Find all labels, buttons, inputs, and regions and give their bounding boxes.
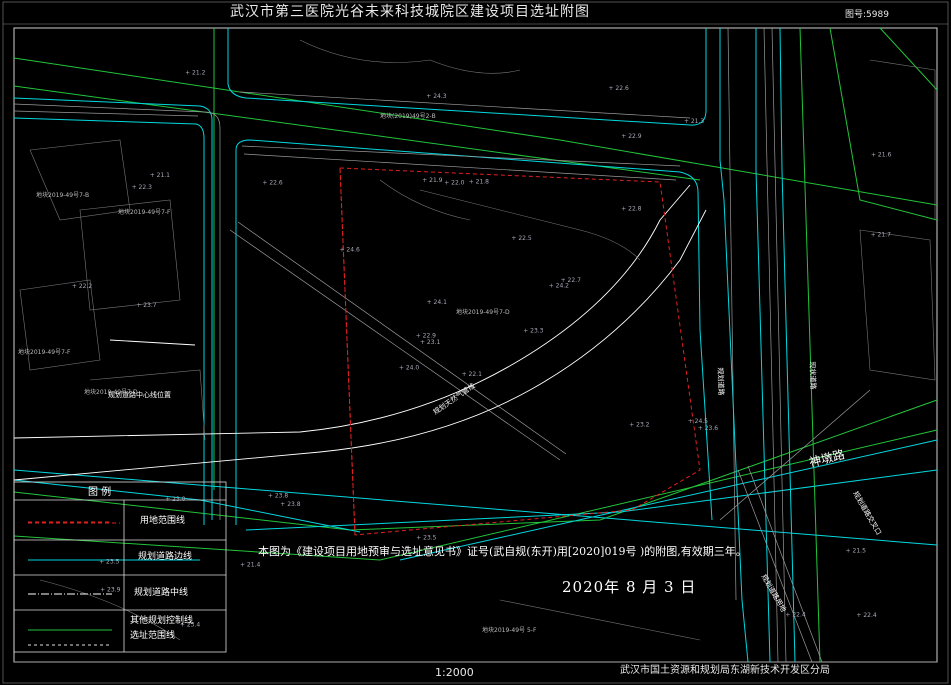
elevation-point: + 22.4 [785,611,805,618]
elevation-point: + 21.8 [469,179,489,186]
issue-date: 2020年 8 月 3 日 [562,578,697,596]
elevation-point: + 21.3 [684,118,704,125]
map-scale: 1:2000 [435,666,474,679]
elevation-point: + 23.6 [698,425,718,432]
elevation-point: + 22.2 [72,283,92,290]
elevation-point: + 24.5 [688,418,708,425]
issuing-bureau: 武汉市国土资源和规划局东湖新技术开发区分局 [620,665,830,676]
elevation-point: + 23.1 [420,339,440,346]
elevation-point: + 22.9 [416,333,436,340]
elevation-point: + 22.5 [511,235,531,242]
block-label: 地块2019-49号7-F [18,349,71,356]
elevation-point: + 23.8 [268,492,288,499]
elevation-point: + 22.6 [262,180,282,187]
legend-item-site-boundary: 用地范围线 [140,516,186,526]
certificate-notice: 本图为《建设项目用地预审与选址意见书》证号(武自规(东开)用[2020]019号… [258,545,747,558]
elevation-point: + 23.9 [100,587,120,594]
elevation-point: + 21.9 [422,177,442,184]
elevation-point: + 24.1 [427,299,447,306]
legend-samples [28,521,112,646]
elevation-point: + 22.0 [444,179,464,186]
elevation-point: + 22.1 [462,371,482,378]
elevation-point: + 23.0 [165,496,185,503]
map-number: 图号:5989 [845,10,889,20]
elevation-point: + 22.4 [856,612,876,619]
elevation-point: + 23.5 [99,559,119,566]
elevation-point: + 23.2 [629,422,649,429]
elevation-point: + 21.4 [240,562,260,569]
elevation-point: + 24.3 [426,93,446,100]
elevation-point: + 24.6 [340,247,360,254]
legend-item-other-control: 其他规划控制线 [130,616,194,626]
legend-title: 图 例 [88,487,112,498]
elevation-point: + 24.0 [399,365,419,372]
map-drawing: + 22.1+ 22.3+ 23.1+ 23.5+ 24.2+ 23.8+ 22… [2,1,949,684]
elevation-point: + 22.9 [621,133,641,140]
elevation-point: + 23.5 [416,535,436,542]
elevation-point: + 22.8 [621,206,641,213]
elevation-point: + 23.8 [280,501,300,508]
elevation-point: + 21.2 [185,70,205,77]
block-label: 地块(2019)49号2-B [380,113,436,120]
legend-item-road-edge: 规划道路边线 [138,552,193,562]
legend-item-road-centerline: 规划道路中线 [134,588,189,598]
elevation-point: + 23.7 [136,302,156,309]
block-label: 地块2019-49号7-F [118,209,171,216]
road-label-right: 规划道路 [716,367,725,396]
elevation-point: + 21.1 [150,172,170,179]
block-label: 地块2019-49号 5-F [482,627,537,634]
elevation-point: + 22.3 [132,184,152,191]
elevation-point: + 21.7 [871,232,891,239]
block-label: 地块2019-49号7-B [36,192,90,199]
road-label-existing: 现状道路 [808,361,817,390]
block-label: 地块2019-49号7-D [84,389,138,396]
map-title: 武汉市第三医院光谷未来科技城院区建设项目选址附图 [230,4,590,20]
elevation-point: + 23.3 [523,328,543,335]
elevation-point: + 21.5 [846,548,866,555]
block-label: 地块2019-49号7-D [456,309,510,316]
elevation-point: + 22.7 [561,277,581,284]
elevation-point: + 22.6 [609,85,629,92]
legend-item-selection-range: 选址范围线 [130,631,176,641]
site-selection-map: { "title": "武汉市第三医院光谷未来科技城院区建设项目选址附图", "… [0,0,951,685]
elevation-point: + 21.6 [871,152,891,159]
